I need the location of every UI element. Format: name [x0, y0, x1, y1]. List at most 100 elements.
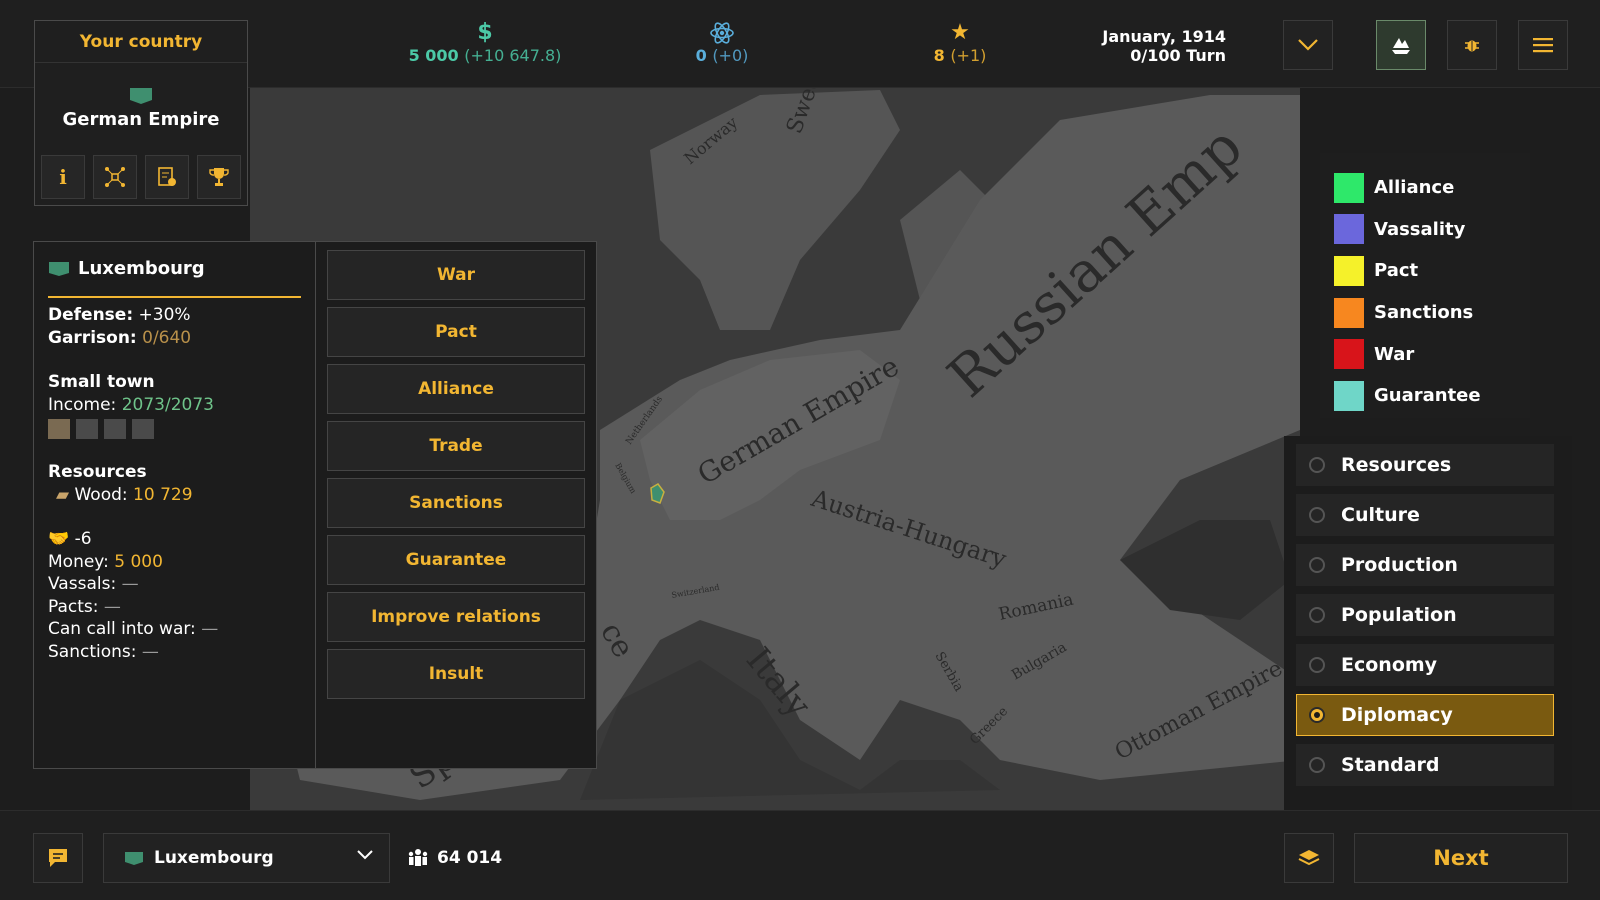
income-label: Income: [48, 394, 117, 415]
map-layers-button[interactable] [1284, 833, 1334, 883]
war-button[interactable]: War [327, 250, 585, 300]
layers-icon [1298, 850, 1320, 866]
resources-title: Resources [48, 462, 147, 482]
map-mode-production[interactable]: Production [1296, 544, 1554, 586]
population-value: 64 014 [437, 848, 503, 868]
map-mode-diplomacy[interactable]: Diplomacy [1296, 694, 1554, 736]
garrison-row: Garrison: 0/640 [48, 327, 301, 350]
science-stat[interactable]: 0 (+0) [662, 20, 782, 65]
legend-swatch [1334, 214, 1364, 245]
legend-label: Vassality [1374, 218, 1466, 240]
date-turn-display: January, 1914 0/100 Turn [1060, 27, 1226, 65]
country-flag-icon [130, 88, 152, 104]
fame-stat[interactable]: ★ 8 (+1) [900, 20, 1020, 65]
money-stat[interactable]: $ 5 000 (+10 647.8) [390, 20, 580, 65]
legend-label: Alliance [1374, 177, 1455, 199]
province-info-panel: Luxembourg Defense: +30% Garrison: 0/640… [33, 241, 597, 769]
country-name: German Empire [62, 109, 220, 130]
bug-report-button[interactable] [1447, 20, 1497, 70]
next-turn-button[interactable]: Next [1354, 833, 1568, 883]
map-mode-resources[interactable]: Resources [1296, 444, 1554, 486]
pacts-row: Pacts: — [48, 596, 301, 619]
legend-item-vassality: Vassality [1334, 209, 1516, 251]
trophy-icon [209, 168, 229, 186]
dollar-icon: $ [477, 20, 493, 45]
star-icon: ★ [950, 20, 970, 45]
map-mode-standard[interactable]: Standard [1296, 744, 1554, 786]
legend-item-sanctions: Sanctions [1334, 292, 1516, 334]
document-icon [158, 167, 176, 186]
vassals-value: — [121, 574, 139, 594]
sanctions-label: Sanctions: [48, 641, 137, 662]
building-slot-sawmill[interactable] [48, 419, 70, 439]
trade-button[interactable]: Trade [327, 421, 585, 471]
radio-icon [1309, 507, 1325, 523]
building-slot-empty[interactable] [132, 419, 154, 439]
map-mode-economy[interactable]: Economy [1296, 644, 1554, 686]
country-network-button[interactable] [93, 155, 137, 199]
legend-swatch [1334, 380, 1364, 411]
menu-icon [1533, 38, 1553, 53]
radio-selected-icon [1309, 707, 1325, 723]
map-mode-culture[interactable]: Culture [1296, 494, 1554, 536]
legend-item-alliance: Alliance [1334, 167, 1516, 209]
country-achievements-button[interactable] [197, 155, 241, 199]
ships-icon [1392, 38, 1410, 54]
sanctions-value: — [141, 641, 159, 662]
vassals-row: Vassals: — [48, 573, 301, 596]
income-row: Income: 2073/2073 [48, 394, 301, 417]
map-mode-label: Population [1341, 604, 1457, 626]
radio-icon [1309, 607, 1325, 623]
pact-button[interactable]: Pact [327, 307, 585, 357]
ships-button[interactable] [1376, 20, 1426, 70]
building-slot-empty[interactable] [76, 419, 98, 439]
fame-delta: (+1) [950, 46, 987, 65]
map-mode-label: Resources [1341, 454, 1452, 476]
current-date: January, 1914 [1102, 27, 1226, 46]
wood-value: 10 729 [133, 484, 193, 505]
wood-row: ▰ Wood: 10 729 [48, 484, 301, 507]
handshake-icon: 🤝 [48, 529, 70, 549]
radio-icon [1309, 457, 1325, 473]
pacts-value: — [103, 596, 121, 617]
turn-counter: 0/100 Turn [1130, 46, 1226, 65]
map-mode-label: Diplomacy [1341, 704, 1453, 726]
building-slot-empty[interactable] [104, 419, 126, 439]
country-info-button[interactable]: i [41, 155, 85, 199]
chat-button[interactable] [33, 833, 83, 883]
money-delta: (+10 647.8) [464, 46, 562, 65]
province-dropdown[interactable]: Luxembourg [103, 833, 390, 883]
population-icon [408, 849, 428, 866]
map-mode-label: Production [1341, 554, 1458, 576]
legend-label: War [1374, 343, 1415, 365]
sanctions-button[interactable]: Sanctions [327, 478, 585, 528]
main-menu-button[interactable] [1518, 20, 1568, 70]
legend-item-guarantee: Guarantee [1334, 375, 1516, 417]
insult-button[interactable]: Insult [327, 649, 585, 699]
province-header: Luxembourg [48, 242, 301, 298]
country-laws-button[interactable] [145, 155, 189, 199]
diplomacy-legend: Alliance Vassality Pact Sanctions War Gu… [1320, 153, 1530, 418]
pacts-label: Pacts: [48, 596, 99, 617]
science-delta: (+0) [712, 46, 749, 65]
garrison-label: Garrison: [48, 327, 137, 348]
legend-label: Guarantee [1374, 385, 1481, 407]
relations-row: 🤝 -6 [48, 528, 301, 551]
map-mode-population[interactable]: Population [1296, 594, 1554, 636]
map-mode-label: Economy [1341, 654, 1438, 676]
map-mode-label: Standard [1341, 754, 1440, 776]
relations-value: -6 [74, 529, 92, 549]
collapse-button[interactable] [1283, 20, 1333, 70]
money-value: 5 000 [408, 46, 459, 65]
improve-relations-button[interactable]: Improve relations [327, 592, 585, 642]
network-icon [105, 167, 125, 187]
alliance-button[interactable]: Alliance [327, 364, 585, 414]
income-value: 2073/2073 [121, 394, 214, 415]
town-type: Small town [48, 372, 155, 392]
legend-swatch [1334, 255, 1364, 286]
guarantee-button[interactable]: Guarantee [327, 535, 585, 585]
call-war-row: Can call into war: — [48, 618, 301, 641]
garrison-value: 0/640 [142, 327, 192, 348]
callwar-value: — [201, 619, 219, 639]
science-value: 0 [695, 46, 707, 65]
